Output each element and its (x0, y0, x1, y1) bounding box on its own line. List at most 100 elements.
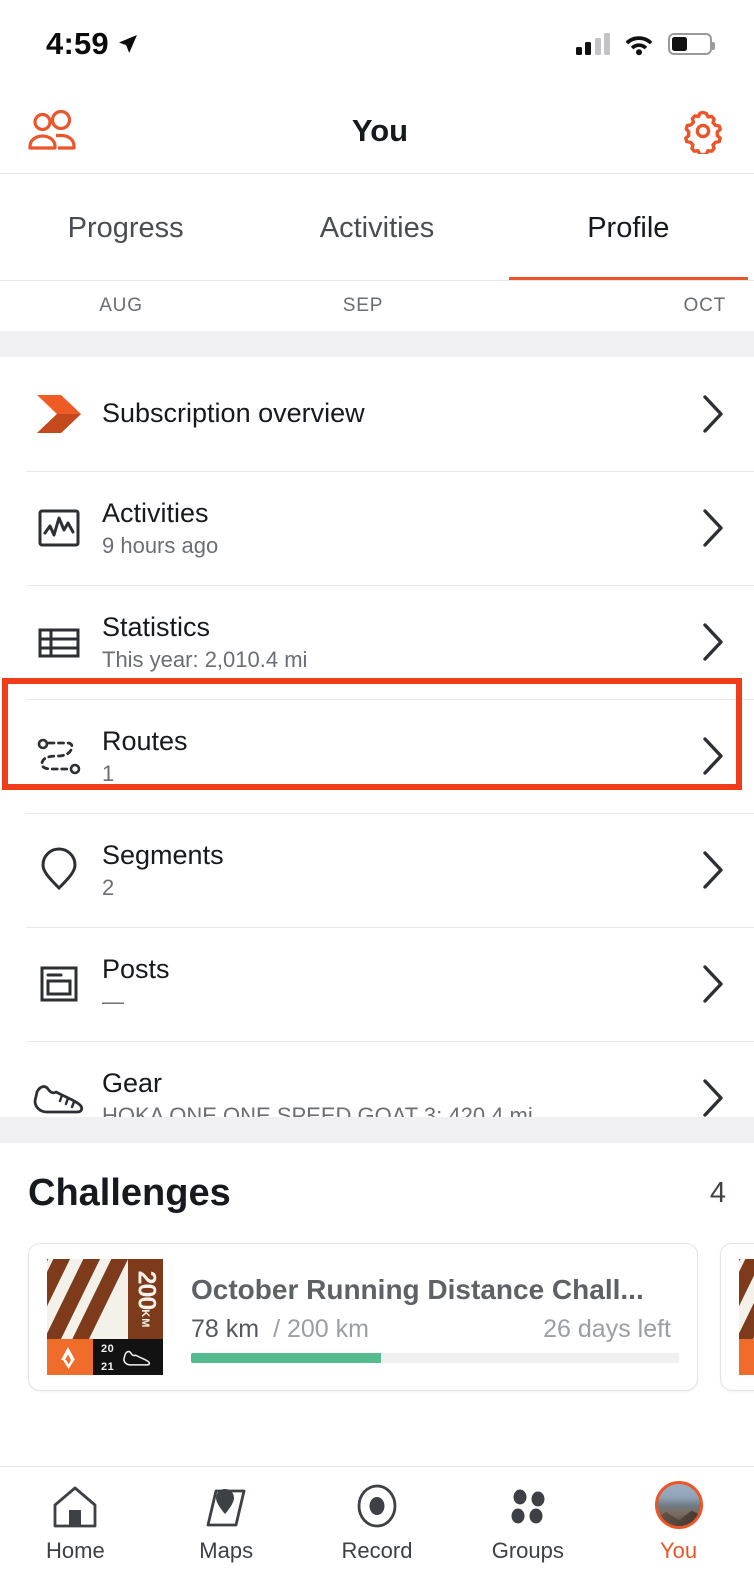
list-item-subtitle: — (102, 988, 124, 1014)
list-item-title: Gear (102, 1067, 163, 1098)
settings-button[interactable] (680, 108, 726, 154)
nav-item-record[interactable]: Record (302, 1467, 453, 1578)
list-item-text: Statistics This year: 2,010.4 mi (92, 612, 692, 672)
chevron-right-icon (692, 1077, 726, 1119)
friends-button[interactable] (26, 109, 80, 152)
tab-profile[interactable]: Profile (503, 174, 754, 282)
route-icon-wrap (26, 732, 92, 780)
list-item-statistics[interactable]: Statistics This year: 2,010.4 mi (0, 585, 754, 699)
challenge-distance-goal: / 200 km (273, 1314, 369, 1343)
list-item-title: Segments (102, 839, 224, 870)
table-icon (38, 628, 80, 658)
nav-item-home[interactable]: Home (0, 1467, 151, 1578)
tab-progress[interactable]: Progress (0, 174, 251, 282)
home-icon-wrap (51, 1481, 99, 1529)
route-icon (37, 738, 81, 775)
chevron-right-icon (692, 735, 726, 777)
post-card-icon (40, 966, 78, 1002)
challenge-distance-value: 78 km (191, 1314, 260, 1343)
friends-icon (28, 109, 76, 150)
month-oct: OCT (683, 295, 726, 316)
challenge-progress-bar (191, 1352, 679, 1363)
list-item-title: Routes (102, 725, 188, 756)
challenges-count: 4 (709, 1176, 726, 1209)
badge-year: 20 21 (93, 1339, 163, 1375)
shoe-icon-wrap (26, 1076, 92, 1120)
month-sep: SEP (342, 295, 384, 316)
badge-year-top: 20 (101, 1343, 115, 1355)
list-item-subtitle: 1 (102, 760, 115, 786)
nav-label: Groups (491, 1538, 564, 1563)
challenges-title: Challenges (28, 1171, 231, 1214)
post-card-icon-wrap (26, 960, 92, 1008)
list-item-text: Activities 9 hours ago (92, 498, 692, 558)
avatar (654, 1481, 703, 1529)
list-item-segments[interactable]: Segments 2 (0, 813, 754, 927)
table-icon-wrap (26, 618, 92, 666)
activity-chart-icon-wrap (26, 504, 92, 552)
list-item-title: Statistics (102, 611, 211, 642)
map-pin-icon (41, 847, 77, 891)
list-item-title: Subscription overview (102, 398, 365, 429)
challenge-badge (739, 1259, 754, 1375)
challenge-days-left: 26 days left (543, 1314, 671, 1343)
challenge-body: October Running Distance Chall... 78 km /… (185, 1272, 679, 1363)
profile-tabs: Progress Activities Profile (0, 174, 754, 282)
list-item-text: Routes 1 (92, 726, 692, 786)
gear-icon (684, 110, 722, 154)
tab-activities[interactable]: Activities (251, 174, 502, 282)
location-arrow-icon (118, 35, 137, 53)
nav-label: Home (46, 1538, 105, 1563)
strava-profile-screen: 4:59 You Progress Activities Profile AUG… (0, 0, 754, 1578)
map-pin-icon-wrap (202, 1481, 250, 1529)
chevron-right-icon (692, 507, 726, 549)
challenge-distance: 78 km / 200 km (191, 1315, 369, 1344)
chevron-right-icon (692, 963, 726, 1005)
nav-item-maps[interactable]: Maps (151, 1467, 302, 1578)
badge-year-bottom: 21 (101, 1361, 115, 1373)
list-item-posts[interactable]: Posts — (0, 927, 754, 1041)
groups-icon-wrap (504, 1481, 552, 1529)
list-item-text: Posts — (92, 954, 692, 1014)
list-item-routes[interactable]: Routes 1 (0, 699, 754, 813)
badge-distance-value: 200 (132, 1270, 161, 1309)
nav-item-you[interactable]: You (603, 1467, 754, 1578)
status-indicators (575, 33, 715, 56)
nav-label: Maps (199, 1538, 254, 1563)
challenge-name: October Running Distance Chall... (191, 1273, 644, 1305)
profile-list: Subscription overview Activities 9 hours… (0, 357, 754, 1155)
status-bar: 4:59 (0, 0, 754, 88)
nav-item-groups[interactable]: Groups (452, 1467, 603, 1578)
list-item-title: Posts (102, 953, 170, 984)
cellular-signal-icon (575, 33, 610, 55)
challenge-card[interactable]: 200KM 20 21 October Running Distance Cha… (28, 1243, 698, 1391)
avatar-wrap (654, 1481, 703, 1529)
app-header: You (0, 88, 754, 174)
strava-chevron-icon-wrap (26, 391, 92, 437)
nav-label: Record (341, 1538, 413, 1563)
activity-chart-icon (38, 509, 80, 547)
badge-distance-unit: KM (138, 1308, 151, 1328)
page-title: You (351, 112, 409, 148)
challenge-card-next[interactable] (720, 1243, 754, 1391)
record-icon (357, 1484, 397, 1528)
list-item-subtitle: 9 hours ago (102, 532, 219, 558)
bottom-nav: Home Maps Record Groups You (0, 1466, 754, 1578)
challenges-header: Challenges 4 (0, 1143, 754, 1243)
badge-stripes (739, 1259, 754, 1339)
battery-icon (668, 33, 715, 55)
list-item-subtitle: 2 (102, 874, 115, 900)
wifi-icon (625, 35, 653, 55)
status-time: 4:59 (46, 26, 109, 61)
nav-label: You (660, 1538, 698, 1563)
month-aug: AUG (99, 295, 143, 316)
strava-chevron-icon (37, 395, 81, 433)
list-item-title: Activities (102, 497, 209, 528)
challenge-badge: 200KM 20 21 (47, 1259, 163, 1375)
list-item-subtitle: This year: 2,010.4 mi (102, 646, 308, 672)
home-icon (53, 1486, 97, 1528)
list-item-subscription[interactable]: Subscription overview (0, 357, 754, 471)
list-item-activities[interactable]: Activities 9 hours ago (0, 471, 754, 585)
challenges-carousel[interactable]: 200KM 20 21 October Running Distance Cha… (0, 1243, 754, 1391)
map-pin-icon-wrap (26, 846, 92, 894)
